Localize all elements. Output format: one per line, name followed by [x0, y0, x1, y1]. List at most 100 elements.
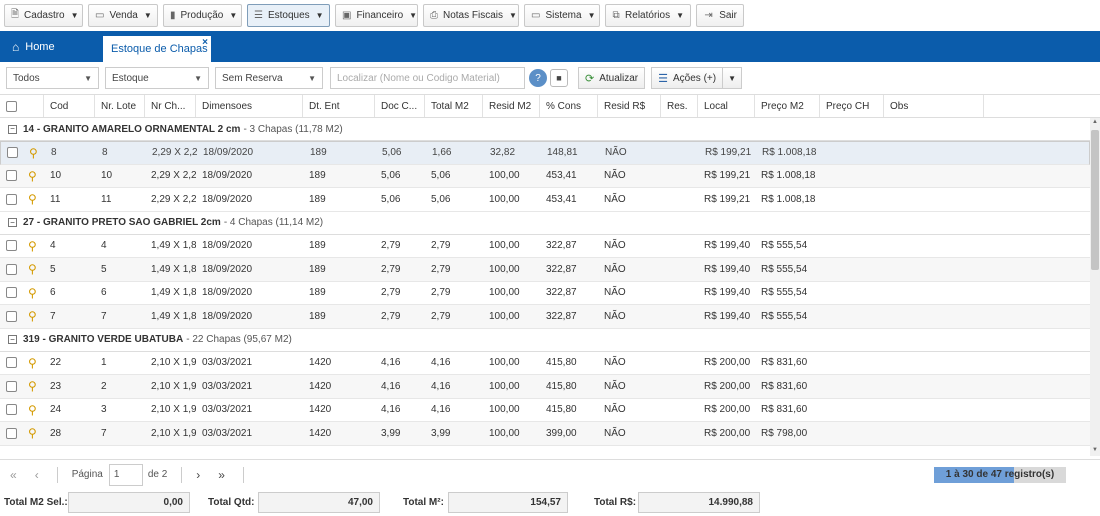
group-header[interactable]: −319 - GRANITO VERDE UBATUBA - 22 Chapas …: [0, 329, 1090, 352]
table-row[interactable]: ⚲ 7 7 1,49 X 1,87 18/09/2020 189 2,79 2,79 100,0…: [0, 305, 1090, 329]
column-header[interactable]: Preço M2: [755, 95, 820, 117]
prev-page-icon[interactable]: ‹: [35, 468, 39, 482]
table-cell: [820, 235, 884, 258]
column-header[interactable]: % Cons: [540, 95, 598, 117]
select-all-checkbox[interactable]: [6, 100, 17, 112]
tab-active-label: Estoque de Chapas: [111, 43, 208, 55]
row-checkbox[interactable]: [6, 170, 17, 182]
row-checkbox[interactable]: [6, 287, 17, 299]
table-row[interactable]: ⚲ 22 1 2,10 X 1,98 03/03/2021 1420 4,16 4,16 100…: [0, 352, 1090, 375]
magnifier-icon[interactable]: ⚲: [28, 403, 37, 417]
column-header[interactable]: Doc C...: [375, 95, 425, 117]
column-header[interactable]: Total M2: [425, 95, 483, 117]
collapse-icon[interactable]: −: [8, 124, 17, 134]
column-header[interactable]: Dimensoes: [196, 95, 303, 117]
actions-dropdown-button[interactable]: ▼: [722, 67, 743, 89]
column-header[interactable]: Res.: [661, 95, 698, 117]
vertical-scrollbar[interactable]: ▲ ▼: [1090, 118, 1100, 456]
row-checkbox[interactable]: [6, 404, 17, 416]
collapse-icon[interactable]: −: [8, 218, 17, 227]
magnifier-icon[interactable]: ⚲: [28, 286, 37, 300]
table-row[interactable]: ⚲ 8 8 2,29 X 2,21 18/09/2020 189 5,06 1,66 32,82…: [0, 141, 1090, 165]
table-cell: NÃO: [604, 193, 626, 205]
table-cell: 1420: [309, 427, 332, 439]
column-header[interactable]: Resid R$: [598, 95, 661, 117]
table-row[interactable]: ⚲ 10 10 2,29 X 2,21 18/09/2020 189 5,06 5,06 100…: [0, 164, 1090, 188]
magnifier-icon[interactable]: ⚲: [28, 192, 37, 206]
menu-produ-o-button[interactable]: ▮ Produção ▼: [163, 3, 242, 27]
magnifier-icon[interactable]: ⚲: [28, 169, 37, 183]
table-cell: 3: [101, 404, 107, 416]
row-checkbox[interactable]: [6, 310, 17, 322]
table-row[interactable]: ⚲ 24 3 2,10 X 1,98 03/03/2021 1420 4,16 4,16 100…: [0, 399, 1090, 422]
menu-sair-button[interactable]: ⇥ Sair: [696, 3, 744, 27]
table-cell: 2,79: [431, 263, 451, 275]
table-row[interactable]: ⚲ 4 4 1,49 X 1,87 18/09/2020 189 2,79 2,79 100,0…: [0, 235, 1090, 258]
search-help-icon[interactable]: ?: [529, 69, 547, 87]
column-header[interactable]: Dt. Ent: [303, 95, 375, 117]
magnifier-icon[interactable]: ⚲: [28, 239, 37, 253]
row-checkbox[interactable]: [6, 193, 17, 205]
last-page-icon[interactable]: »: [218, 468, 225, 482]
table-cell: R$ 200,00: [704, 404, 751, 416]
tab-home[interactable]: ⌂ Home: [6, 31, 61, 62]
table-row[interactable]: ⚲ 5 5 1,49 X 1,87 18/09/2020 189 2,79 2,79 100,0…: [0, 258, 1090, 282]
magnifier-icon[interactable]: ⚲: [28, 356, 37, 370]
group-header[interactable]: −14 - GRANITO AMARELO ORNAMENTAL 2 cm - 3…: [0, 118, 1090, 141]
table-row[interactable]: ⚲ 11 11 2,29 X 2,21 18/09/2020 189 5,06 5,06 100…: [0, 188, 1090, 212]
next-page-icon[interactable]: ›: [196, 468, 200, 482]
row-checkbox[interactable]: [6, 240, 17, 252]
table-cell: 18/09/2020: [202, 193, 253, 205]
scroll-down-icon[interactable]: ▼: [1091, 447, 1099, 455]
magnifier-icon[interactable]: ⚲: [28, 309, 37, 323]
grid-body: −14 - GRANITO AMARELO ORNAMENTAL 2 cm - 3…: [0, 118, 1090, 456]
first-page-icon[interactable]: «: [10, 468, 17, 482]
menu-estoques-button[interactable]: ☰ Estoques ▼: [247, 3, 330, 27]
lock-icon[interactable]: ■: [550, 69, 568, 87]
table-row[interactable]: ⚲ 28 7 2,10 X 1,90 03/03/2021 1420 3,99 3,99 100…: [0, 422, 1090, 446]
table-cell: R$ 199,40: [704, 310, 751, 322]
collapse-icon[interactable]: −: [8, 335, 17, 344]
column-header[interactable]: Nr Ch...: [145, 95, 196, 117]
column-header[interactable]: Nr. Lote: [95, 95, 145, 117]
column-header[interactable]: Obs: [884, 95, 984, 117]
reserve-filter-select[interactable]: Sem Reserva ▼: [215, 67, 323, 89]
row-checkbox[interactable]: [7, 147, 18, 159]
row-checkbox[interactable]: [6, 380, 17, 392]
search-input[interactable]: Localizar (Nome ou Codigo Material): [330, 67, 525, 89]
column-header[interactable]: Resid M2: [483, 95, 540, 117]
column-header[interactable]: Preço CH: [820, 95, 884, 117]
group-summary: - 22 Chapas (95,67 M2): [186, 334, 292, 345]
table-cell: 2,79: [431, 240, 451, 252]
magnifier-icon[interactable]: ⚲: [28, 426, 37, 440]
row-checkbox[interactable]: [6, 427, 17, 439]
page-number-input[interactable]: 1: [108, 463, 143, 486]
status-filter-select[interactable]: Todos ▼: [6, 67, 99, 89]
row-checkbox[interactable]: [6, 357, 17, 369]
table-cell: 415,80: [546, 404, 577, 416]
row-checkbox[interactable]: [6, 263, 17, 275]
column-header[interactable]: Local: [698, 95, 755, 117]
refresh-button[interactable]: ⟳ Atualizar: [578, 67, 646, 89]
magnifier-icon[interactable]: ⚲: [28, 262, 37, 276]
magnifier-icon[interactable]: ⚲: [29, 146, 38, 160]
menu-venda-button[interactable]: ▭ Venda ▼: [88, 3, 158, 27]
actions-button[interactable]: ☰ Ações (+): [651, 67, 724, 89]
tab-estoque-de-chapas[interactable]: Estoque de Chapas ×: [103, 36, 211, 62]
column-header[interactable]: Cod: [44, 95, 95, 117]
magnifier-icon[interactable]: ⚲: [28, 379, 37, 393]
scrollbar-thumb[interactable]: [1091, 130, 1099, 270]
menu-sistema-button[interactable]: ▭ Sistema ▼: [524, 3, 600, 27]
laptop-icon: ▭: [531, 9, 541, 21]
close-tab-icon[interactable]: ×: [202, 37, 208, 48]
table-row[interactable]: ⚲ 6 6 1,49 X 1,87 18/09/2020 189 2,79 2,79 100,0…: [0, 282, 1090, 305]
group-header[interactable]: −27 - GRANITO PRETO SAO GABRIEL 2cm - 4 C…: [0, 212, 1090, 235]
location-filter-select[interactable]: Estoque ▼: [105, 67, 209, 89]
table-cell: 10: [101, 170, 113, 182]
menu-notas-fiscais-button[interactable]: ⎙ Notas Fiscais ▼: [423, 3, 519, 27]
scroll-up-icon[interactable]: ▲: [1091, 119, 1099, 127]
menu-relat-rios-button[interactable]: ⧉ Relatórios ▼: [605, 3, 691, 27]
menu-financeiro-button[interactable]: ▣ Financeiro ▼: [335, 3, 418, 27]
table-row[interactable]: ⚲ 23 2 2,10 X 1,98 03/03/2021 1420 4,16 4,16 100…: [0, 375, 1090, 399]
menu-cadastro-button[interactable]: 🗎 Cadastro ▼: [4, 3, 83, 27]
